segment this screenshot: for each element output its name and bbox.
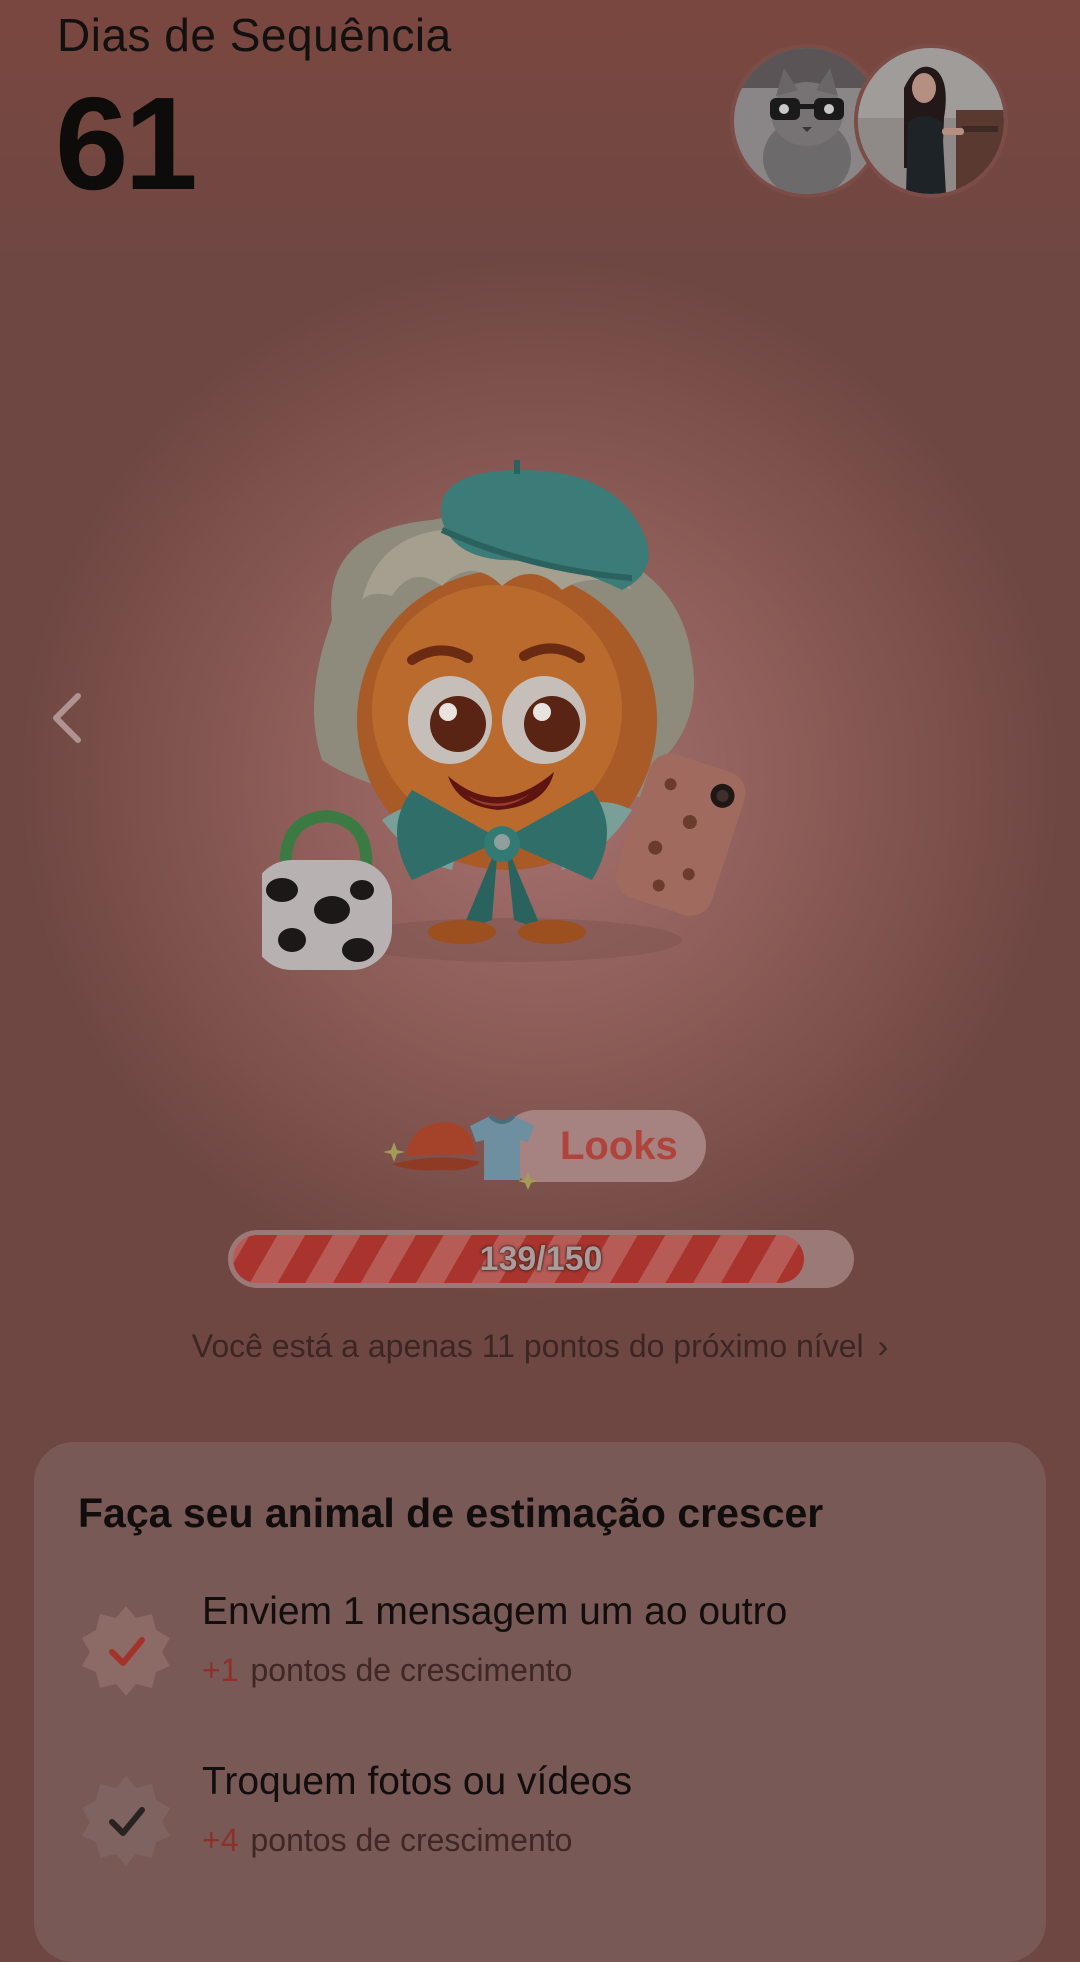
tasks-card: Faça seu animal de estimação crescer Env… xyxy=(34,1442,1046,1962)
avatar-woman-photo[interactable] xyxy=(854,44,1008,198)
task-title: Troquem fotos ou vídeos xyxy=(202,1760,632,1803)
tasks-card-title: Faça seu animal de estimação crescer xyxy=(78,1490,824,1536)
next-level-hint[interactable]: Você está a apenas 11 pontos do próximo … xyxy=(0,1328,1080,1365)
cap-icon xyxy=(392,1122,480,1171)
next-level-hint-text: Você está a apenas 11 pontos do próximo … xyxy=(191,1328,864,1364)
streak-count: 61 xyxy=(55,70,198,217)
check-pending-icon xyxy=(78,1772,174,1868)
task-points: +4 pontos de crescimento xyxy=(202,1822,572,1859)
chevron-right-icon: › xyxy=(877,1328,889,1364)
looks-icons xyxy=(380,1106,556,1190)
progress-text: 139/150 xyxy=(479,1240,603,1278)
task-item[interactable]: Troquem fotos ou vídeos +4 pontos de cres… xyxy=(78,1760,1018,1880)
tshirt-icon xyxy=(470,1114,534,1180)
streak-label: Dias de Sequência xyxy=(57,9,452,61)
looks-button[interactable]: Looks xyxy=(380,1110,706,1190)
pet-character-illustration[interactable] xyxy=(252,458,782,1000)
task-item[interactable]: Enviem 1 mensagem um ao outro +1 pontos d… xyxy=(78,1590,1018,1710)
looks-label: Looks xyxy=(560,1124,678,1168)
task-points-value: +1 xyxy=(202,1652,239,1688)
task-points-value: +4 xyxy=(202,1822,239,1858)
growth-progress-bar: 139/150 xyxy=(228,1230,854,1288)
task-points-label: pontos de crescimento xyxy=(250,1822,573,1858)
chevron-left-icon[interactable] xyxy=(44,688,94,748)
task-points: +1 pontos de crescimento xyxy=(202,1652,572,1689)
task-points-label: pontos de crescimento xyxy=(250,1652,573,1688)
check-done-icon xyxy=(78,1602,174,1698)
task-title: Enviem 1 mensagem um ao outro xyxy=(202,1590,788,1633)
